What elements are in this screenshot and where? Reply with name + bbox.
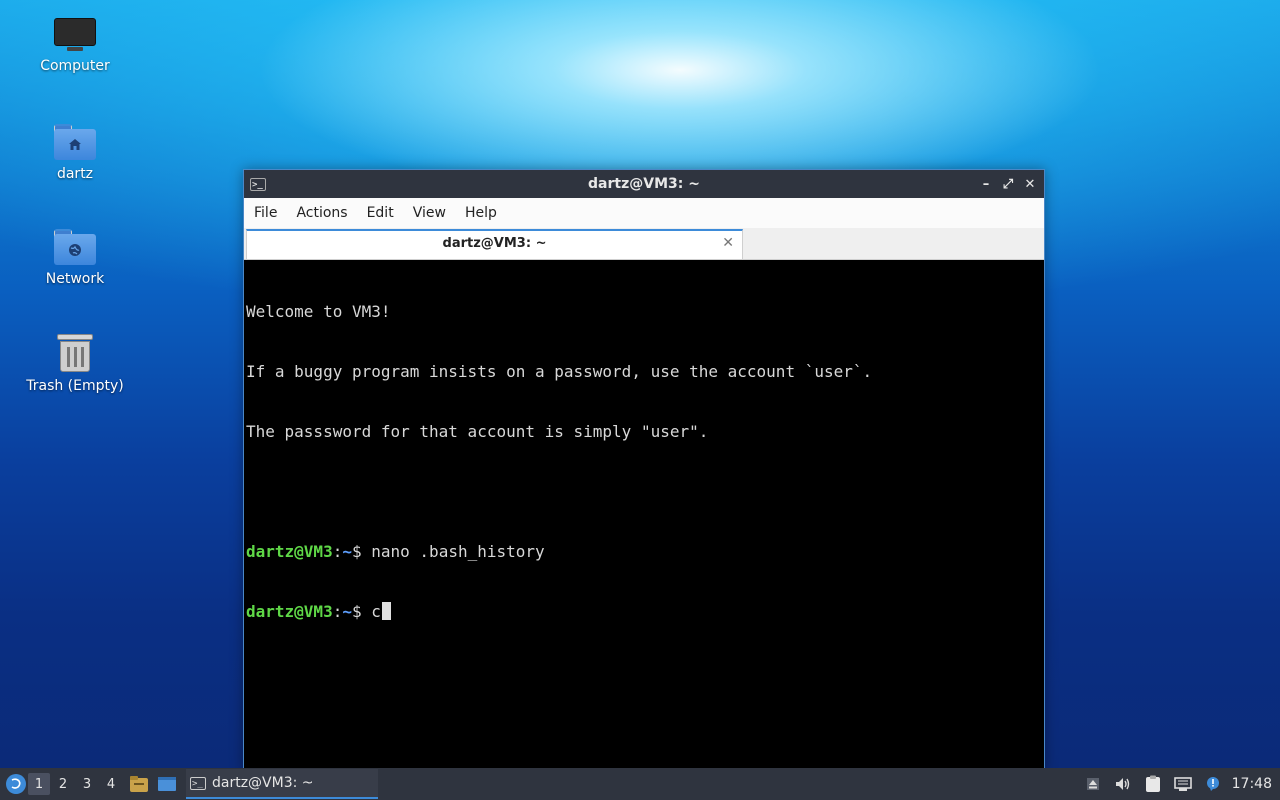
tab-terminal[interactable]: dartz@VM3: ~ ✕ <box>246 229 743 259</box>
desktop-icon-trash[interactable]: Trash (Empty) <box>20 332 130 394</box>
text-cursor <box>381 602 391 620</box>
tab-label: dartz@VM3: ~ <box>442 236 547 251</box>
task-label: dartz@VM3: ~ <box>212 775 314 791</box>
prompt-line-active: dartz@VM3:~$ c <box>246 602 1044 622</box>
prompt-symbol: $ <box>351 602 362 621</box>
menu-edit[interactable]: Edit <box>359 198 402 228</box>
prompt-command-input[interactable]: c <box>362 602 381 621</box>
taskbar: 1 2 3 4 >_ dartz@VM3: ~ 17:48 <box>0 768 1280 800</box>
network-folder-icon <box>54 229 96 265</box>
file-manager-launcher-icon[interactable] <box>128 774 150 794</box>
desktop-icon-label: Trash (Empty) <box>26 378 124 394</box>
prompt-separator: : <box>332 542 343 561</box>
desktop-icon-network[interactable]: Network <box>20 229 130 287</box>
menu-file[interactable]: File <box>246 198 285 228</box>
workspace-2[interactable]: 2 <box>52 773 74 795</box>
terminal-line: The passsword for that account is simply… <box>246 422 709 441</box>
desktop-icon-label: Network <box>45 271 105 287</box>
prompt-user: dartz@VM3 <box>246 542 333 561</box>
tab-bar: dartz@VM3: ~ ✕ <box>244 228 1044 260</box>
eject-icon[interactable] <box>1082 773 1104 795</box>
desktop-icon-label: dartz <box>56 166 94 182</box>
desktop-icon-home[interactable]: dartz <box>20 124 130 182</box>
notification-icon[interactable] <box>1202 773 1224 795</box>
show-desktop-icon[interactable] <box>156 774 178 794</box>
window-title: dartz@VM3: ~ <box>588 176 700 192</box>
terminal-task-icon: >_ <box>190 776 206 790</box>
terminal-output[interactable]: Welcome to VM3! If a buggy program insis… <box>244 260 1044 770</box>
clipboard-icon[interactable] <box>1142 773 1164 795</box>
prompt-symbol: $ <box>351 542 362 561</box>
menubar: File Actions Edit View Help <box>244 198 1044 228</box>
clock[interactable]: 17:48 <box>1232 776 1272 792</box>
app-menu-icon[interactable] <box>6 774 26 794</box>
prompt-line: dartz@VM3:~$ nano .bash_history <box>246 542 1044 562</box>
terminal-app-icon: >_ <box>250 177 266 191</box>
menu-help[interactable]: Help <box>457 198 505 228</box>
workspace-4[interactable]: 4 <box>100 773 122 795</box>
minimize-button[interactable]: – <box>976 174 996 194</box>
tab-close-icon[interactable]: ✕ <box>722 235 734 251</box>
menu-actions[interactable]: Actions <box>288 198 355 228</box>
menu-view[interactable]: View <box>405 198 454 228</box>
maximize-button[interactable]: ⤢ <box>998 174 1018 194</box>
prompt-command: nano .bash_history <box>361 542 545 561</box>
prompt-user: dartz@VM3 <box>246 602 333 621</box>
workspace-3[interactable]: 3 <box>76 773 98 795</box>
volume-icon[interactable] <box>1112 773 1134 795</box>
desktop-icon-label: Computer <box>40 58 110 74</box>
prompt-path: ~ <box>342 602 352 621</box>
system-tray: 17:48 <box>1082 768 1280 800</box>
network-icon[interactable] <box>1172 773 1194 795</box>
terminal-line: If a buggy program insists on a password… <box>246 362 873 381</box>
close-button[interactable]: ✕ <box>1020 174 1040 194</box>
trash-icon <box>57 332 93 372</box>
terminal-window[interactable]: >_ dartz@VM3: ~ – ⤢ ✕ File Actions Edit … <box>243 169 1045 771</box>
home-folder-icon <box>54 124 96 160</box>
desktop-icon-computer[interactable]: Computer <box>20 18 130 74</box>
workspace-1[interactable]: 1 <box>28 773 50 795</box>
computer-icon <box>54 18 96 52</box>
terminal-line: Welcome to VM3! <box>246 302 391 321</box>
window-titlebar[interactable]: >_ dartz@VM3: ~ – ⤢ ✕ <box>244 170 1044 198</box>
prompt-separator: : <box>332 602 343 621</box>
taskbar-task-terminal[interactable]: >_ dartz@VM3: ~ <box>186 769 378 799</box>
prompt-path: ~ <box>342 542 352 561</box>
